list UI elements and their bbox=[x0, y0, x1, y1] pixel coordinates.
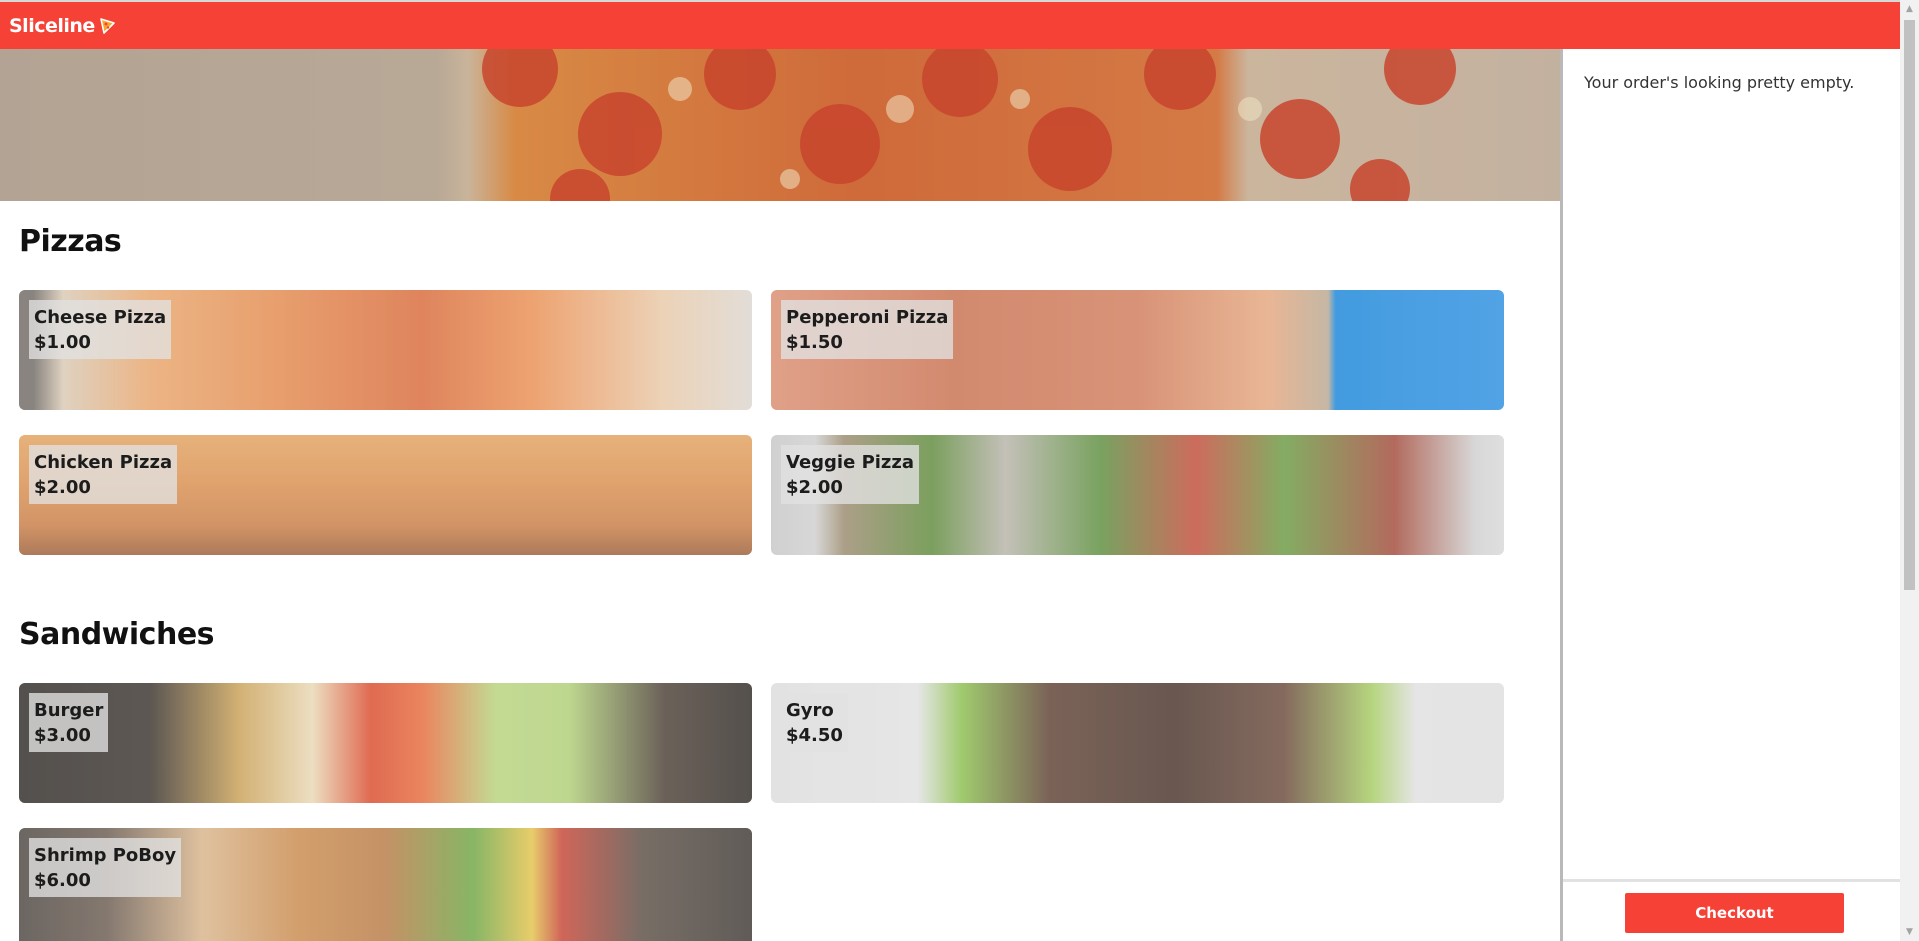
menu-item-cheese-pizza[interactable]: Cheese Pizza $1.00 bbox=[19, 290, 752, 410]
item-price: $1.50 bbox=[786, 332, 843, 353]
scrollbar-thumb[interactable] bbox=[1904, 20, 1915, 590]
app-name: Sliceline bbox=[9, 14, 95, 37]
item-name: Shrimp PoBoy bbox=[34, 845, 177, 866]
menu-item-label: Cheese Pizza $1.00 bbox=[29, 300, 172, 359]
menu-item-label: Chicken Pizza $2.00 bbox=[29, 445, 178, 504]
order-footer: Checkout bbox=[1563, 879, 1900, 941]
top-nav-bar: Sliceline bbox=[0, 0, 1900, 49]
item-price: $6.00 bbox=[34, 870, 91, 891]
app-logo[interactable]: Sliceline bbox=[9, 15, 116, 37]
item-name: Veggie Pizza bbox=[786, 452, 915, 473]
order-sidebar: Your order's looking pretty empty. Check… bbox=[1560, 49, 1900, 941]
item-price: $3.00 bbox=[34, 725, 91, 746]
menu-item-burger[interactable]: Burger $3.00 bbox=[19, 683, 752, 803]
item-name: Burger bbox=[34, 700, 104, 721]
section-title-sandwiches: Sandwiches bbox=[19, 617, 215, 652]
item-price: $2.00 bbox=[34, 477, 91, 498]
menu-area: Pizzas Cheese Pizza $1.00 Pepperoni Pizz… bbox=[0, 49, 1560, 941]
item-name: Pepperoni Pizza bbox=[786, 307, 949, 328]
menu-item-label: Shrimp PoBoy $6.00 bbox=[29, 838, 182, 897]
section-title-pizzas: Pizzas bbox=[19, 224, 122, 259]
scroll-down-arrow-icon[interactable]: ▼ bbox=[1904, 925, 1915, 939]
item-name: Cheese Pizza bbox=[34, 307, 167, 328]
menu-item-label: Veggie Pizza $2.00 bbox=[781, 445, 920, 504]
item-name: Chicken Pizza bbox=[34, 452, 173, 473]
checkout-button[interactable]: Checkout bbox=[1625, 893, 1844, 933]
menu-item-chicken-pizza[interactable]: Chicken Pizza $2.00 bbox=[19, 435, 752, 555]
item-price: $2.00 bbox=[786, 477, 843, 498]
menu-item-label: Gyro $4.50 bbox=[781, 693, 848, 752]
menu-item-gyro[interactable]: Gyro $4.50 bbox=[771, 683, 1504, 803]
menu-item-shrimp-poboy[interactable]: Shrimp PoBoy $6.00 bbox=[19, 828, 752, 941]
item-name: Gyro bbox=[786, 700, 834, 721]
page-scrollbar[interactable]: ▲ ▼ bbox=[1900, 0, 1919, 941]
order-empty-message: Your order's looking pretty empty. bbox=[1584, 73, 1855, 92]
menu-item-label: Burger $3.00 bbox=[29, 693, 109, 752]
hero-banner-image bbox=[0, 49, 1560, 201]
menu-item-pepperoni-pizza[interactable]: Pepperoni Pizza $1.50 bbox=[771, 290, 1504, 410]
menu-item-veggie-pizza[interactable]: Veggie Pizza $2.00 bbox=[771, 435, 1504, 555]
item-price: $4.50 bbox=[786, 725, 843, 746]
scroll-up-arrow-icon[interactable]: ▲ bbox=[1904, 2, 1915, 16]
menu-item-label: Pepperoni Pizza $1.50 bbox=[781, 300, 954, 359]
item-price: $1.00 bbox=[34, 332, 91, 353]
pizza-slice-icon bbox=[98, 17, 116, 35]
